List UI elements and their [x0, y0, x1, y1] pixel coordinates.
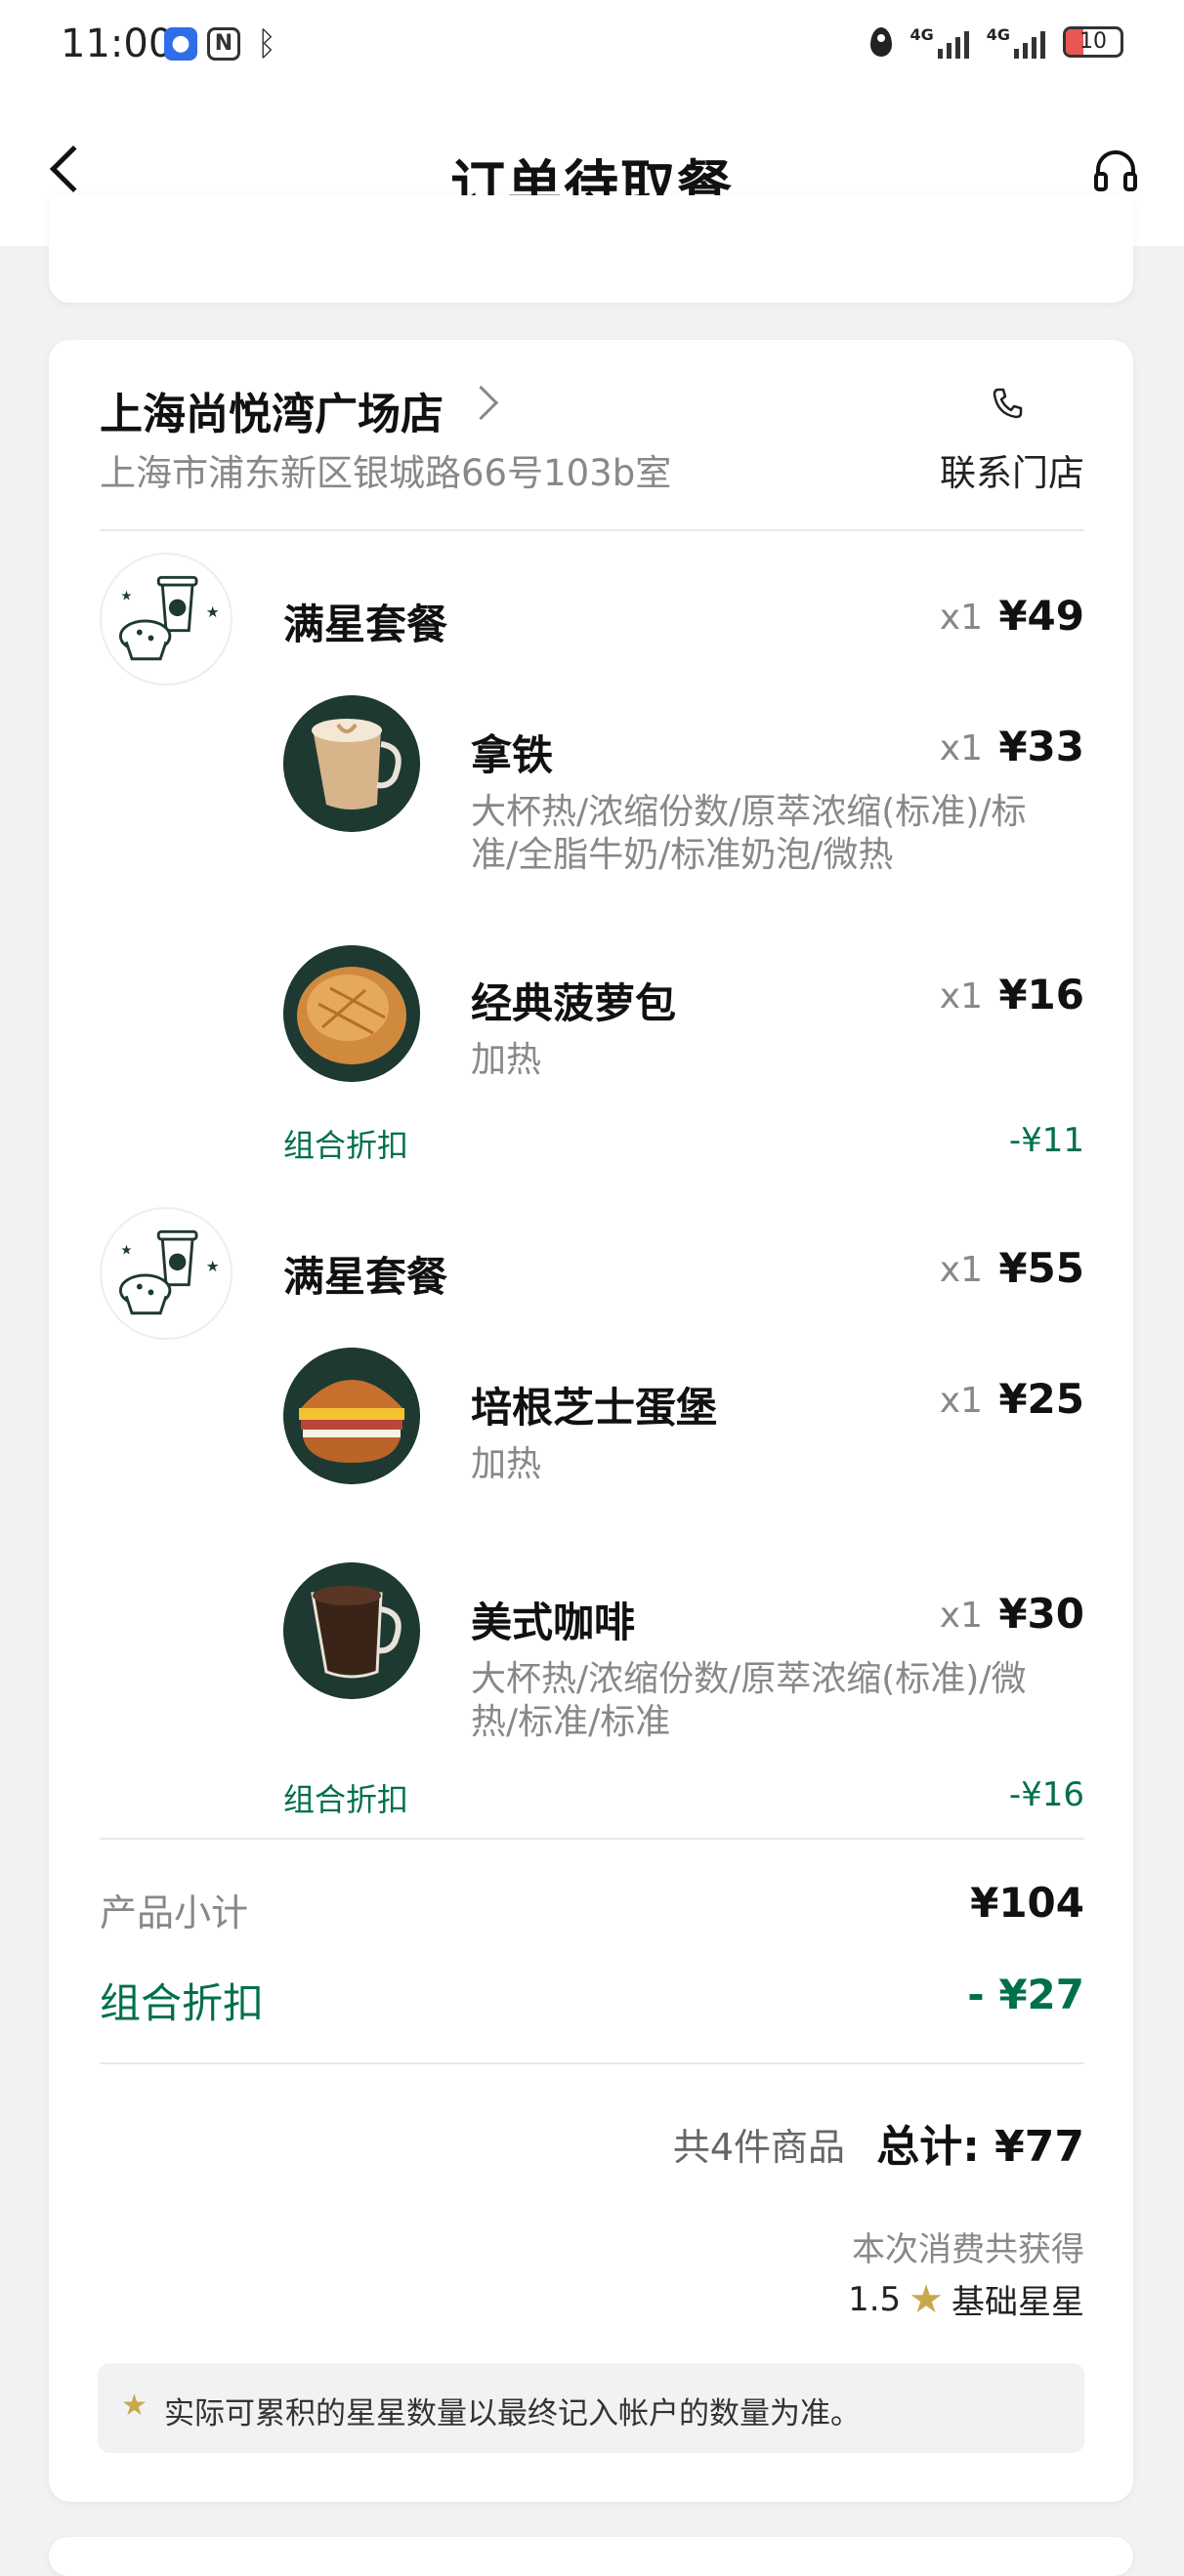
combo-qty: x1: [939, 598, 983, 638]
location-icon: [870, 27, 893, 57]
item-options: 大杯热/浓缩份数/原萃浓缩(标准)/标 准/全脂牛奶/标准奶泡/微热: [471, 791, 1084, 877]
combo-title: 满星套餐: [283, 601, 448, 648]
combo-icon: ★ ★: [100, 553, 233, 686]
subtotal-value: ¥104: [970, 1879, 1084, 1927]
divider: [100, 529, 1084, 531]
svg-text:★: ★: [206, 603, 220, 621]
phone-icon[interactable]: [992, 387, 1025, 420]
stars-notice-text: 实际可累积的星星数量以最终记入帐户的数量为准。: [164, 2396, 861, 2431]
contact-store-button[interactable]: 联系门店: [940, 443, 1084, 496]
stars-earned-amount: 1.5: [848, 2279, 902, 2319]
status-time: 11:00: [61, 21, 174, 66]
item-options-line2: 准/全脂牛奶/标准奶泡/微热: [471, 835, 894, 875]
item-price: ¥30: [998, 1590, 1084, 1638]
item-count: 共4件商品: [672, 2126, 845, 2169]
combo-price: ¥49: [998, 592, 1084, 640]
combo-discount-value: -¥16: [1008, 1775, 1084, 1814]
stars-notice: ★ 实际可累积的星星数量以最终记入帐户的数量为准。: [98, 2363, 1084, 2453]
latte-image: [283, 695, 420, 832]
item-options: 加热: [471, 1040, 542, 1080]
status-bar: 11:00 ● N ᛒ 4G 4G 10: [0, 0, 1184, 98]
pineapple-bun-image: [283, 945, 420, 1082]
combo-discount-value: -¥11: [1008, 1121, 1084, 1160]
item-name: 培根芝士蛋堡: [471, 1384, 718, 1432]
item-price: ¥25: [998, 1375, 1084, 1423]
svg-text:★: ★: [206, 1258, 220, 1275]
bluetooth-icon: ᛒ: [256, 24, 277, 63]
nfc-icon: N: [207, 27, 240, 61]
previous-card: [49, 195, 1133, 303]
divider: [100, 1838, 1084, 1840]
bacon-egg-burger-image: [283, 1348, 420, 1484]
star-icon: ★: [909, 2276, 944, 2322]
combo-discount-label: 组合折扣: [283, 1127, 409, 1164]
americano-image: [283, 1562, 420, 1699]
network-type-2: 4G: [986, 25, 1010, 44]
svg-text:★: ★: [120, 1243, 132, 1259]
order-total: 总计: ¥77: [876, 2122, 1084, 2172]
combo-icon: ★ ★: [100, 1207, 233, 1340]
stars-earned: 1.5 ★ 基础星星: [848, 2275, 1084, 2323]
total-discount-value: - ¥27: [967, 1971, 1084, 2018]
divider: [100, 2062, 1084, 2064]
item-name: 美式咖啡: [471, 1599, 636, 1646]
subtotal-label: 产品小计: [100, 1891, 249, 1934]
combo-discount-label: 组合折扣: [283, 1781, 409, 1818]
combo-title: 满星套餐: [283, 1253, 448, 1301]
customer-service-icon[interactable]: [1094, 148, 1137, 193]
item-price: ¥33: [998, 723, 1084, 770]
item-price: ¥16: [998, 971, 1084, 1018]
battery-icon: 10: [1063, 26, 1123, 58]
item-qty: x1: [939, 728, 983, 769]
store-address: 上海市浦东新区银城路66号103b室: [100, 452, 672, 494]
item-name: 经典菠萝包: [471, 979, 677, 1027]
stars-earned-unit: 基础星星: [951, 2283, 1084, 2322]
item-options-line1: 大杯热/浓缩份数/原萃浓缩(标准)/标: [471, 792, 1027, 832]
item-options-line2: 热/标准/标准: [471, 1702, 671, 1742]
star-icon: ★: [121, 2389, 148, 2423]
signal-icon-2: 4G: [987, 25, 1045, 59]
status-left-icons: ● N ᛒ: [164, 27, 283, 61]
total-discount-label: 组合折扣: [100, 1979, 265, 2027]
stars-earned-label: 本次消费共获得: [852, 2230, 1084, 2269]
status-right-icons: 4G 4G 10: [870, 25, 1123, 59]
item-qty: x1: [939, 1596, 983, 1636]
item-qty: x1: [939, 976, 983, 1017]
app-notification-icon: ●: [164, 27, 197, 61]
item-options: 大杯热/浓缩份数/原萃浓缩(标准)/微 热/标准/标准: [471, 1658, 1084, 1744]
battery-level: 10: [1079, 29, 1107, 54]
combo-qty: x1: [939, 1250, 983, 1290]
item-options-line1: 大杯热/浓缩份数/原萃浓缩(标准)/微: [471, 1659, 1027, 1699]
signal-icon: 4G: [909, 25, 969, 59]
chevron-right-icon[interactable]: [463, 385, 499, 421]
next-card: [49, 2537, 1133, 2576]
combo-price: ¥55: [998, 1244, 1084, 1292]
item-qty: x1: [939, 1381, 983, 1421]
svg-text:★: ★: [120, 589, 132, 604]
item-name: 拿铁: [471, 731, 554, 779]
item-options: 加热: [471, 1444, 542, 1484]
order-card: 上海尚悦湾广场店 上海市浦东新区银城路66号103b室 联系门店 ★ ★ 满星套…: [49, 340, 1133, 2502]
network-type-1: 4G: [909, 25, 934, 44]
store-name[interactable]: 上海尚悦湾广场店: [100, 379, 444, 441]
